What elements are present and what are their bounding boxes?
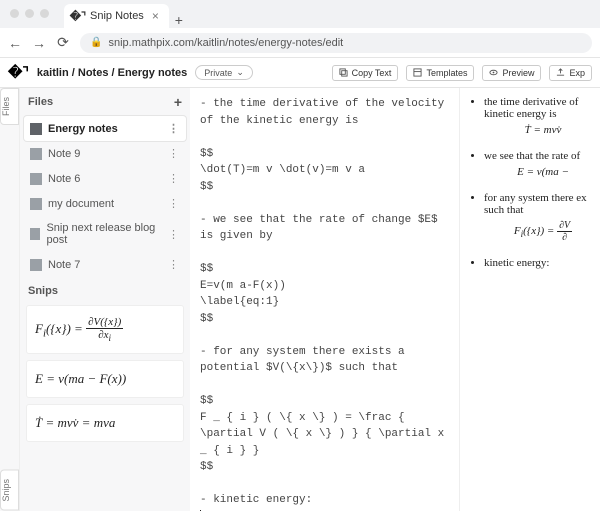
tab-title: Snip Notes — [90, 10, 144, 22]
copy-icon — [339, 68, 348, 77]
browser-tab[interactable]: �⌝ Snip Notes × — [64, 4, 169, 28]
rail-tab-snips[interactable]: Snips — [0, 470, 19, 511]
copy-text-button[interactable]: Copy Text — [332, 65, 399, 81]
eye-icon — [489, 68, 498, 77]
lock-icon: 🔒 — [90, 37, 102, 48]
preview-equation: Fi({x}) = ∂V∂ — [492, 220, 594, 243]
file-menu-button[interactable]: ⋮ — [168, 197, 180, 210]
snip-card[interactable]: Fi({x}) = ∂V({x})∂xi — [26, 305, 184, 354]
preview-equation: E = v(ma − — [492, 166, 594, 178]
breadcrumb[interactable]: kaitlin / Notes / Energy notes — [37, 67, 187, 79]
file-menu-button[interactable]: ⋮ — [168, 147, 180, 160]
editor-pane[interactable]: - the time derivative of the velocity of… — [190, 88, 460, 511]
file-name: Note 7 — [48, 259, 80, 271]
snips-header: Snips — [20, 277, 190, 301]
forward-button[interactable]: → — [32, 35, 46, 51]
document-icon — [30, 259, 42, 271]
file-menu-button[interactable]: ⋮ — [168, 122, 180, 135]
snip-card[interactable]: Ṫ = mvv̇ = mva — [26, 404, 184, 442]
file-item[interactable]: Note 7 ⋮ — [24, 252, 186, 277]
preview-item: we see that the rate of E = v(ma − — [484, 150, 594, 178]
preview-equation: Ṫ = mvv̇ — [492, 124, 594, 136]
templates-icon — [413, 68, 422, 77]
file-menu-button[interactable]: ⋮ — [168, 228, 180, 241]
file-name: Snip next release blog post — [46, 222, 162, 246]
file-menu-button[interactable]: ⋮ — [168, 258, 180, 271]
document-icon — [30, 123, 42, 135]
rail-tab-files[interactable]: Files — [0, 88, 19, 125]
file-item[interactable]: my document ⋮ — [24, 191, 186, 216]
snip-card[interactable]: E = v(ma − F(x)) — [26, 360, 184, 398]
close-tab-icon[interactable]: × — [150, 9, 161, 23]
app-toolbar: �⌝ kaitlin / Notes / Energy notes Privat… — [0, 58, 600, 88]
privacy-toggle[interactable]: Private ⌄ — [195, 65, 253, 80]
preview-item: kinetic energy: — [484, 257, 594, 269]
file-name: Note 6 — [48, 173, 80, 185]
export-icon — [556, 68, 565, 77]
add-file-button[interactable]: + — [174, 94, 182, 110]
browser-tabbar: �⌝ Snip Notes × + — [0, 0, 600, 28]
chevron-down-icon: ⌄ — [236, 67, 244, 78]
file-menu-button[interactable]: ⋮ — [168, 172, 180, 185]
export-button[interactable]: Exp — [549, 65, 592, 81]
file-name: Note 9 — [48, 148, 80, 160]
url-field[interactable]: 🔒 snip.mathpix.com/kaitlin/notes/energy-… — [80, 33, 592, 53]
side-rails: Files Snips — [0, 88, 20, 511]
preview-item: the time derivative of kinetic energy is… — [484, 96, 594, 136]
new-tab-button[interactable]: + — [169, 12, 189, 28]
editor-text: - the time derivative of the velocity of… — [200, 98, 451, 506]
file-item[interactable]: Note 6 ⋮ — [24, 166, 186, 191]
file-name: my document — [48, 198, 114, 210]
file-item[interactable]: Snip next release blog post ⋮ — [24, 216, 186, 252]
sidebar: Files + Energy notes⋮Note 9⋮Note 6⋮my do… — [20, 88, 190, 511]
back-button[interactable]: ← — [8, 35, 22, 51]
document-icon — [30, 173, 42, 185]
preview-button[interactable]: Preview — [482, 65, 541, 81]
document-icon — [30, 198, 42, 210]
url-text: snip.mathpix.com/kaitlin/notes/energy-no… — [108, 37, 343, 49]
file-item[interactable]: Energy notes ⋮ — [24, 116, 186, 141]
app-logo-icon[interactable]: �⌝ — [8, 64, 29, 81]
document-icon — [30, 228, 40, 240]
document-icon — [30, 148, 42, 160]
reload-button[interactable]: ⟳ — [56, 34, 70, 51]
templates-button[interactable]: Templates — [406, 65, 474, 81]
preview-pane: the time derivative of kinetic energy is… — [460, 88, 600, 511]
window-controls[interactable] — [10, 9, 49, 18]
browser-addressbar: ← → ⟳ 🔒 snip.mathpix.com/kaitlin/notes/e… — [0, 28, 600, 58]
files-header: Files — [28, 96, 53, 108]
file-name: Energy notes — [48, 123, 118, 135]
preview-item: for any system there ex such that Fi({x}… — [484, 192, 594, 243]
favicon-icon: �⌝ — [72, 10, 84, 22]
file-item[interactable]: Note 9 ⋮ — [24, 141, 186, 166]
